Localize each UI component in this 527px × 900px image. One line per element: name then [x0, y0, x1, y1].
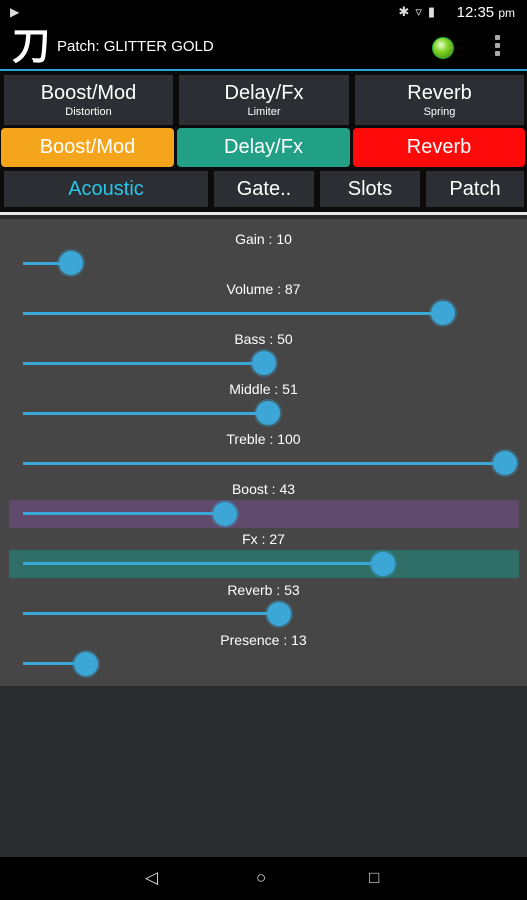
fx-slider-thumb[interactable] [369, 550, 397, 578]
bluetooth-icon: ✱ [398, 4, 416, 19]
gain-slider-thumb[interactable] [57, 249, 85, 277]
delay-fx-tile-subtitle: Limiter [247, 106, 281, 118]
effect-controls: Boost/Mod Distortion Delay/Fx Limiter Re… [0, 71, 527, 215]
play-notification-icon: ▶ [10, 5, 20, 19]
treble-slider-thumb[interactable] [491, 449, 519, 477]
slider-panel: Gain : 10 Volume : 87 Bass : 50 Middle :… [0, 219, 527, 686]
fx-label: Fx : 27 [242, 531, 285, 547]
fx-track [23, 562, 383, 565]
tab-gate[interactable]: Gate.. [214, 171, 314, 207]
tab-slots[interactable]: Slots [320, 171, 420, 207]
bass-slider-thumb[interactable] [250, 349, 278, 377]
app-logo: 刀 [12, 23, 51, 68]
reverb-tile[interactable]: Reverb Spring [355, 75, 524, 125]
tab-patch[interactable]: Patch [426, 171, 524, 207]
boost-mod-tile-title: Boost/Mod [40, 82, 137, 104]
overflow-menu-icon[interactable] [495, 35, 501, 59]
delay-fx-tile[interactable]: Delay/Fx Limiter [179, 75, 349, 125]
back-icon[interactable]: ◁ [145, 868, 158, 888]
volume-slider-thumb[interactable] [429, 299, 457, 327]
boost-mod-toggle[interactable]: Boost/Mod [1, 128, 174, 167]
bass-label: Bass : 50 [234, 331, 293, 347]
boost-mod-tile[interactable]: Boost/Mod Distortion [4, 75, 173, 125]
volume-track [23, 312, 443, 315]
reverb-track [23, 612, 279, 615]
bass-track [23, 362, 264, 365]
middle-label: Middle : 51 [229, 381, 298, 397]
section-divider [0, 212, 527, 215]
boost-label: Boost : 43 [231, 481, 296, 497]
gain-label: Gain : 10 [235, 231, 292, 247]
reverb-label: Reverb : 53 [227, 582, 300, 598]
status-time: 12:35 pm [456, 4, 515, 21]
delay-fx-tile-title: Delay/Fx [224, 82, 304, 104]
tab-acoustic[interactable]: Acoustic [4, 171, 208, 207]
status-bar: ▶ ✱▿▮ 12:35 pm [0, 0, 527, 26]
reverb-toggle[interactable]: Reverb [353, 128, 525, 167]
boost-slider-thumb[interactable] [211, 500, 239, 528]
delay-fx-toggle[interactable]: Delay/Fx [177, 128, 350, 167]
battery-icon: ▮ [427, 4, 441, 19]
recents-icon[interactable]: □ [369, 868, 379, 888]
treble-label: Treble : 100 [226, 431, 301, 447]
reverb-tile-title: Reverb [407, 82, 472, 104]
status-icons: ✱▿▮ [398, 4, 441, 20]
middle-track [23, 412, 268, 415]
app-bar: 刀 Patch: GLITTER GOLD [0, 26, 527, 71]
middle-slider-thumb[interactable] [254, 399, 282, 427]
presence-label: Presence : 13 [220, 632, 307, 648]
home-icon[interactable]: ○ [256, 868, 266, 888]
reverb-slider-thumb[interactable] [265, 600, 293, 628]
treble-track [23, 462, 505, 465]
patch-title: Patch: GLITTER GOLD [57, 38, 214, 55]
connection-led-icon[interactable] [432, 37, 454, 59]
system-nav-bar: ◁ ○ □ [0, 857, 527, 900]
wifi-icon: ▿ [415, 4, 428, 19]
boost-track [23, 512, 225, 515]
reverb-tile-subtitle: Spring [423, 106, 456, 118]
boost-mod-tile-subtitle: Distortion [65, 106, 112, 118]
volume-label: Volume : 87 [226, 281, 301, 297]
presence-slider-thumb[interactable] [72, 650, 100, 678]
